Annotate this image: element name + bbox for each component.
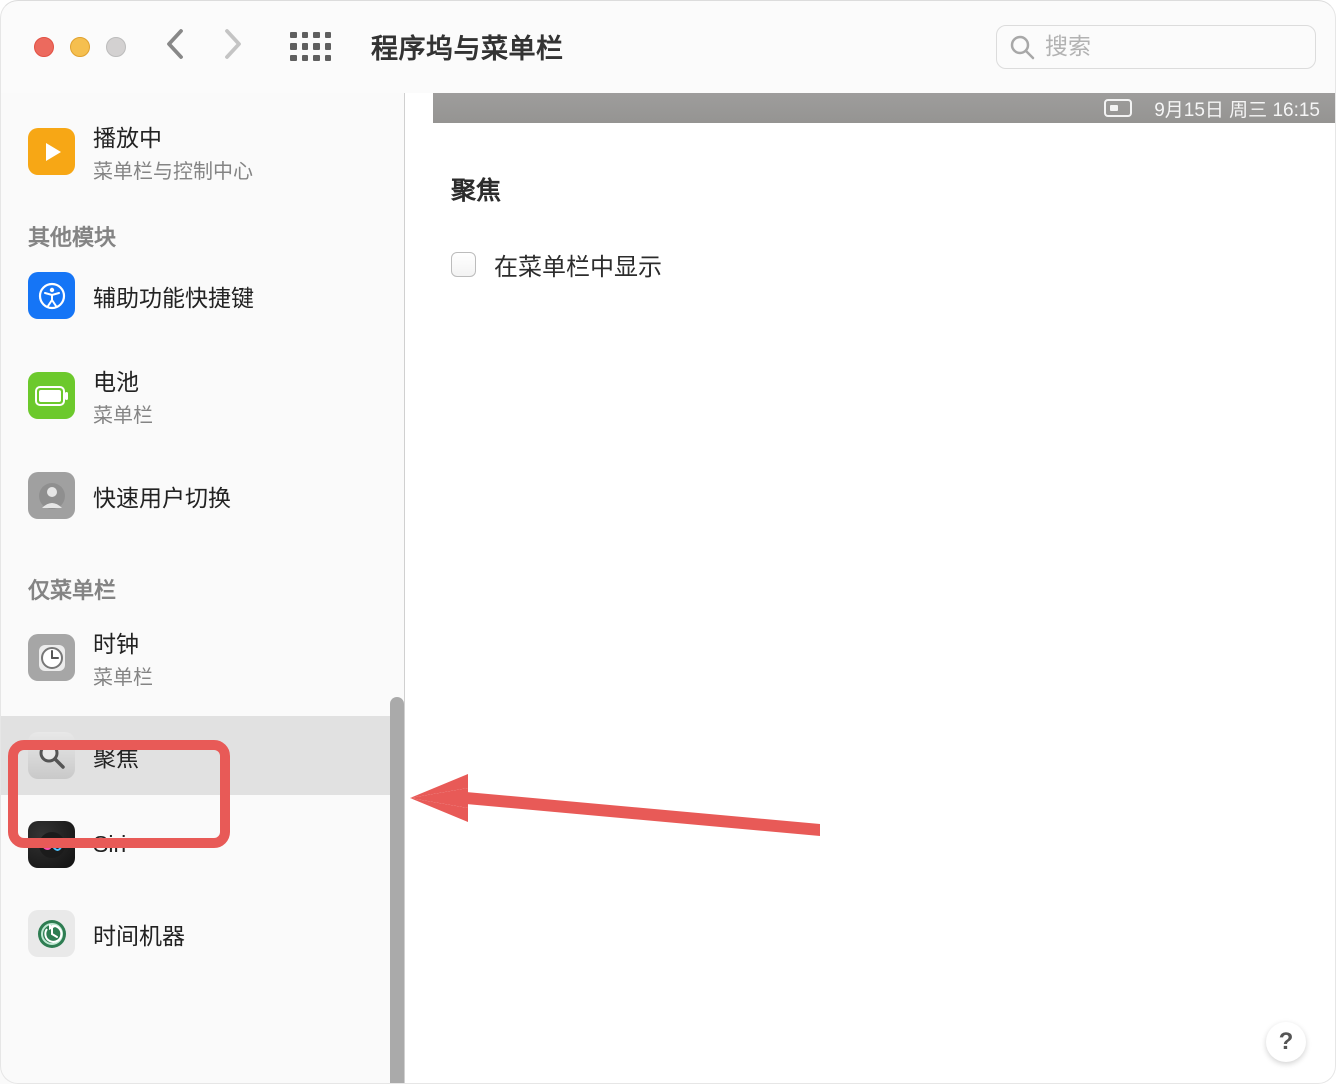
show-in-menubar-label: 在菜单栏中显示 — [494, 247, 662, 282]
window-controls — [34, 37, 126, 57]
sidebar-item-clock[interactable]: 时钟 菜单栏 — [0, 609, 404, 706]
sidebar-item-spotlight[interactable]: 聚焦 — [0, 716, 404, 795]
sidebar-item-label: 电池 — [93, 363, 153, 397]
show-all-button[interactable] — [290, 32, 331, 62]
sidebar-item-sublabel: 菜单栏与控制中心 — [93, 155, 253, 184]
spotlight-icon — [28, 732, 75, 779]
sidebar-item-now-playing[interactable]: 播放中 菜单栏与控制中心 — [0, 103, 404, 200]
sidebar-item-label: 播放中 — [93, 119, 253, 153]
sidebar-item-sublabel: 菜单栏 — [93, 661, 153, 690]
sidebar-item-label: 时钟 — [93, 625, 153, 659]
menubar-preview: 9月15日 周三 16:15 — [433, 93, 1336, 123]
section-header-menubar-only: 仅菜单栏 — [0, 535, 404, 609]
sidebar-item-label: 快速用户切换 — [93, 479, 231, 513]
toolbar: 程序坞与菜单栏 — [0, 0, 1336, 93]
nav-arrows — [166, 29, 242, 65]
battery-icon — [28, 372, 75, 419]
sidebar-item-label: 时间机器 — [93, 917, 185, 951]
sidebar-item-fast-user-switching[interactable]: 快速用户切换 — [0, 456, 404, 535]
time-machine-icon — [28, 910, 75, 957]
search-icon — [1009, 34, 1035, 60]
sidebar-item-label: 辅助功能快捷键 — [93, 279, 254, 313]
sidebar-item-sublabel: 菜单栏 — [93, 399, 153, 428]
pane-title: 聚焦 — [451, 171, 1296, 207]
back-button[interactable] — [166, 29, 183, 65]
window-minimize-button[interactable] — [70, 37, 90, 57]
search-input[interactable] — [1045, 33, 1303, 60]
sidebar-item-label: 聚焦 — [93, 739, 139, 773]
user-icon — [28, 472, 75, 519]
show-in-menubar-checkbox[interactable] — [451, 252, 476, 277]
sidebar-item-siri[interactable]: Siri — [0, 805, 404, 884]
menubar-preview-datetime: 9月15日 周三 16:15 — [1154, 95, 1320, 122]
help-button[interactable]: ? — [1266, 1022, 1306, 1062]
clock-icon — [28, 634, 75, 681]
sidebar: 播放中 菜单栏与控制中心 其他模块 辅助功能快捷键 电池 — [0, 93, 405, 1084]
now-playing-icon — [28, 128, 75, 175]
forward-button[interactable] — [225, 29, 242, 65]
input-source-icon — [1104, 99, 1132, 117]
section-header-other-modules: 其他模块 — [0, 200, 404, 256]
sidebar-item-accessibility[interactable]: 辅助功能快捷键 — [0, 256, 404, 335]
content-pane: 9月15日 周三 16:15 聚焦 在菜单栏中显示 ? — [405, 93, 1336, 1084]
accessibility-icon — [28, 272, 75, 319]
sidebar-item-label: Siri — [93, 831, 126, 858]
search-field[interactable] — [996, 25, 1316, 69]
sidebar-scrollbar[interactable] — [390, 697, 404, 1084]
sidebar-item-battery[interactable]: 电池 菜单栏 — [0, 347, 404, 444]
sidebar-item-time-machine[interactable]: 时间机器 — [0, 894, 404, 973]
window-close-button[interactable] — [34, 37, 54, 57]
window-zoom-button[interactable] — [106, 37, 126, 57]
window-title: 程序坞与菜单栏 — [371, 27, 564, 66]
siri-icon — [28, 821, 75, 868]
